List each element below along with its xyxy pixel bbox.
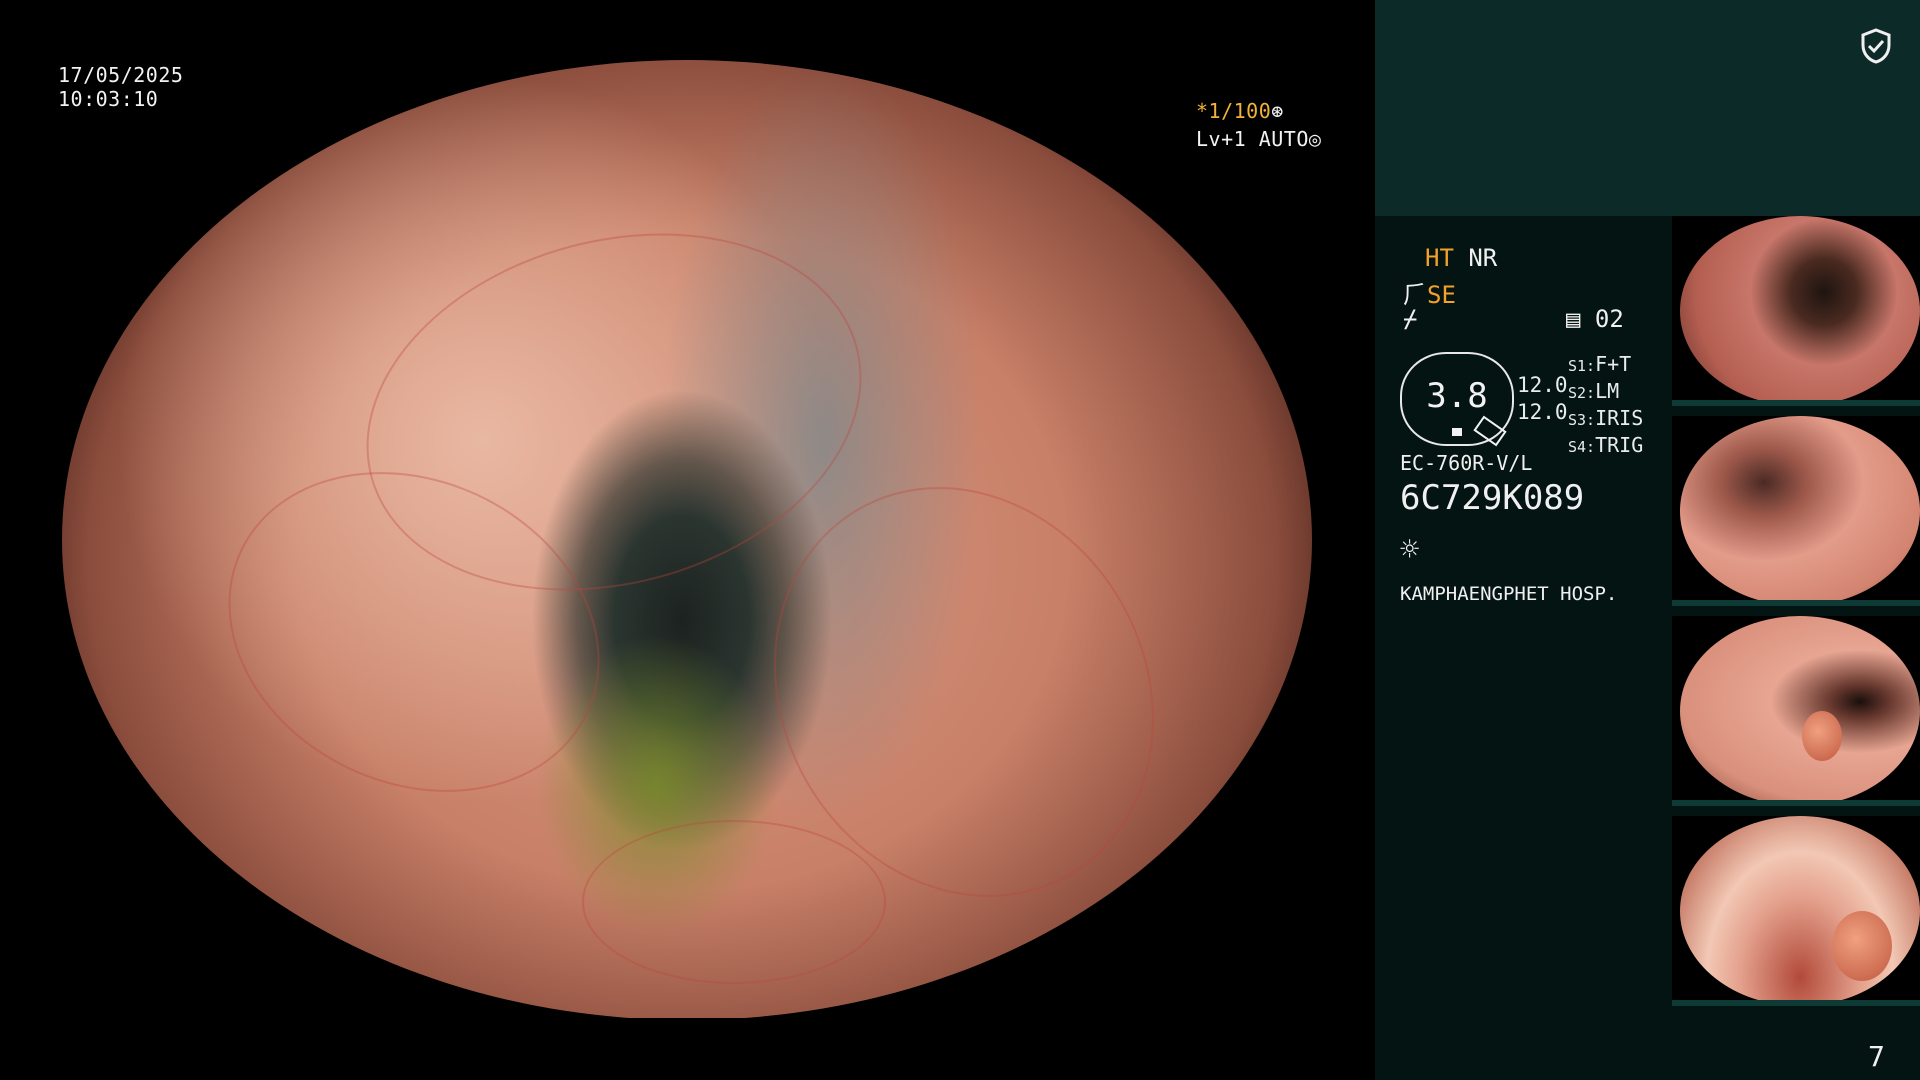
gauge-value: 3.8 (1426, 376, 1488, 416)
nr-label: NR (1468, 244, 1498, 272)
thumbnail-2[interactable] (1672, 416, 1920, 606)
switch-s3: S3:IRIS (1568, 406, 1643, 433)
thumbnail-bar (1672, 600, 1920, 606)
s3-key: S3: (1568, 411, 1596, 429)
s4-value: TRIG (1595, 433, 1644, 457)
switch-s2: S2:LM (1568, 379, 1643, 406)
switch-s1: S1:F+T (1568, 352, 1643, 379)
ht-label: HT (1425, 244, 1454, 272)
aperture-icon: ⊛ (1271, 99, 1284, 123)
value-1: 12.0 (1517, 373, 1568, 397)
scope-model: EC-760R-V/L (1400, 451, 1533, 475)
capture-count-text: 02 (1594, 305, 1624, 333)
sun-icon: ☼ (1400, 530, 1420, 568)
level-readout: Lv+1 AUTO◎ (1196, 127, 1321, 151)
endoscope-view (62, 60, 1312, 1020)
panel-header (1375, 0, 1920, 216)
s4-key: S4: (1568, 438, 1596, 456)
s3-value: IRIS (1595, 406, 1644, 430)
se-label: SE (1427, 281, 1456, 309)
filter-icon: ⌿ (1403, 305, 1418, 333)
scope-mask-bottom (0, 1018, 1380, 1080)
film-icon: ▤ (1566, 305, 1581, 333)
ht-nr-status: HT NR (1425, 244, 1497, 272)
switch-s4: S4:TRIG (1568, 433, 1643, 460)
thumbnail-image (1680, 416, 1920, 606)
thumbnail-bar (1672, 1000, 1920, 1006)
s2-value: LM (1595, 379, 1620, 403)
shutter-text: *1/100 (1196, 99, 1272, 123)
thumbnail-3[interactable] (1672, 616, 1920, 806)
switch-settings: S1:F+T S2:LM S3:IRIS S4:TRIG (1568, 352, 1643, 460)
thumbnail-image (1680, 216, 1920, 406)
time-text: 10:03:10 (58, 87, 159, 111)
value-column: 12.0 12.0 (1517, 372, 1568, 426)
level-text: Lv+1 AUTO (1196, 127, 1309, 151)
hospital-name: KAMPHAENGPHET HOSP. (1400, 583, 1618, 605)
capture-count: ▤ 02 (1566, 305, 1624, 333)
polyp (1802, 711, 1842, 761)
polyp (1832, 911, 1892, 981)
thumbnail-image (1680, 616, 1920, 806)
page-number: 7 (1868, 1040, 1885, 1073)
s1-key: S1: (1568, 357, 1596, 375)
value-2: 12.0 (1517, 400, 1568, 424)
shield-check-icon (1861, 28, 1891, 64)
shutter-readout: *1/100⊛ (1196, 99, 1284, 123)
scope-mask-top (0, 0, 1380, 60)
gauge-marker (1452, 428, 1462, 436)
thumbnail-4[interactable] (1672, 816, 1920, 1006)
thumbnail-bar (1672, 800, 1920, 806)
date-text: 17/05/2025 (58, 63, 184, 87)
datetime: 17/05/2025 10:03:10 (58, 63, 183, 111)
thumbnail-image (1680, 816, 1920, 1006)
s1-value: F+T (1595, 352, 1632, 376)
s2-key: S2: (1568, 384, 1596, 402)
thumbnail-1[interactable] (1672, 216, 1920, 406)
thumbnail-bar (1672, 400, 1920, 406)
scope-serial: 6C729K089 (1400, 478, 1585, 518)
iris-icon: ◎ (1308, 127, 1322, 151)
pressure-gauge: 3.8 (1400, 352, 1514, 447)
